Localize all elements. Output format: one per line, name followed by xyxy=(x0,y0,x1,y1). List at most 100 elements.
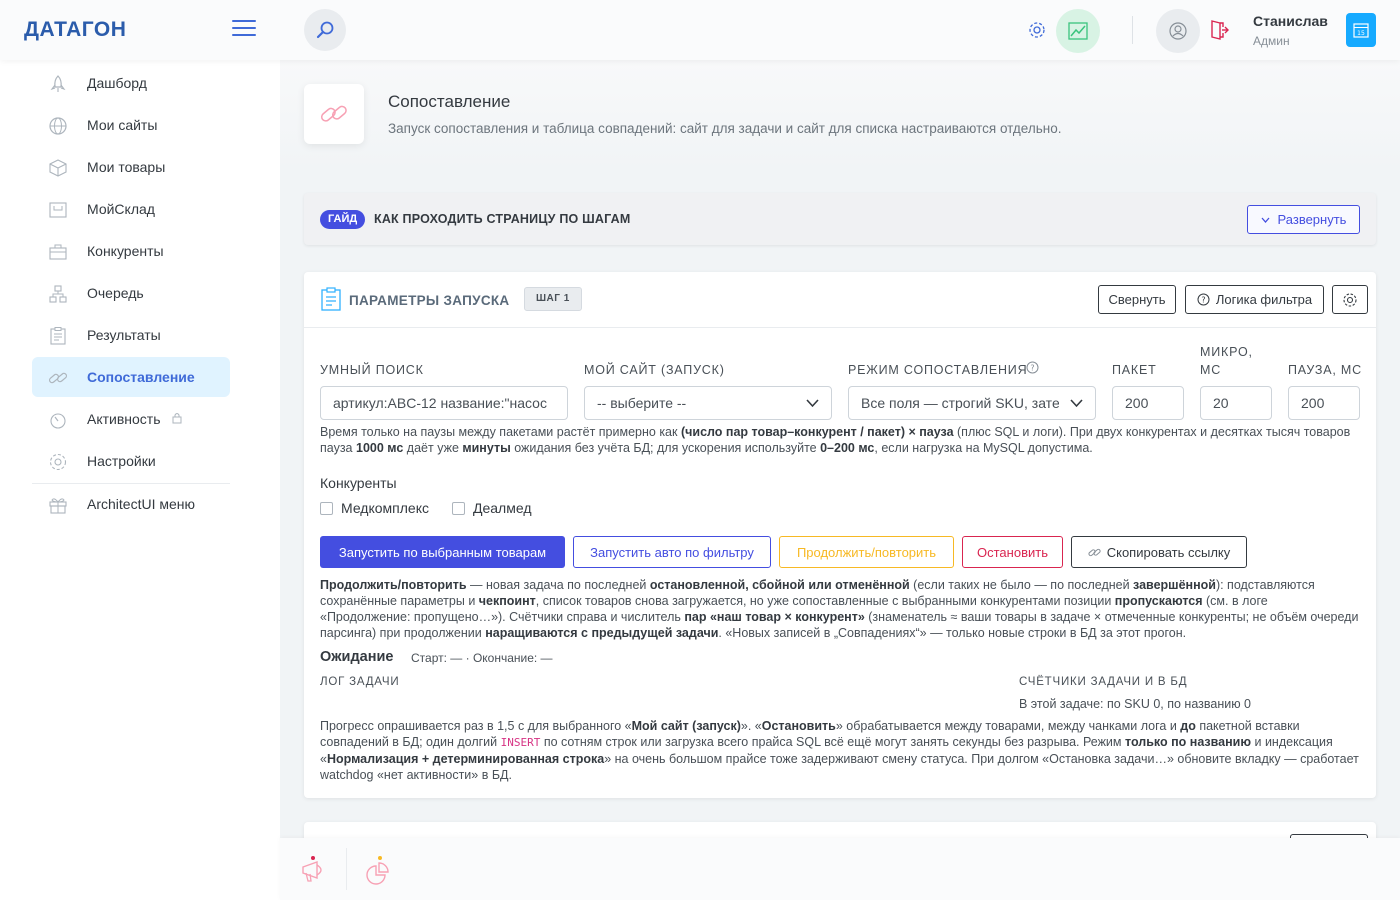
page-subtitle: Запуск сопоставления и таблица совпадени… xyxy=(388,121,1062,136)
gift-icon xyxy=(47,494,69,516)
collapse-button[interactable]: Свернуть xyxy=(1098,285,1176,314)
micro-input[interactable]: 20 xyxy=(1200,386,1272,420)
micro-label-line2: МС xyxy=(1200,363,1222,377)
briefcase-icon xyxy=(47,241,69,263)
box-icon xyxy=(47,157,69,179)
settings-gear-button[interactable] xyxy=(1026,19,1048,41)
progress-note: Прогресс опрашивается раз в 1,5 с для вы… xyxy=(320,719,1359,782)
stop-button[interactable]: Остановить xyxy=(962,536,1063,568)
sidebar-item-settings[interactable]: Настройки xyxy=(32,441,230,481)
competitor-label: Медкомплекс xyxy=(341,500,429,516)
task-log-label: ЛОГ ЗАДАЧИ xyxy=(320,676,400,688)
page-title: Сопоставление xyxy=(388,92,511,111)
expand-guide-button[interactable]: Развернуть xyxy=(1247,205,1360,234)
run-auto-label: Запустить авто по фильтру xyxy=(590,544,754,560)
batch-value: 200 xyxy=(1125,395,1149,411)
smart-search-value: артикул:ABC-12 название:"насос xyxy=(333,395,547,411)
sidebar-item-my-sites[interactable]: Мои сайты xyxy=(32,105,230,145)
status-times: Старт: — · Окончание: — xyxy=(411,651,553,665)
filter-logic-label: Логика фильтра xyxy=(1215,292,1313,307)
counters-value: В этой задаче: по SKU 0, по названию 0 xyxy=(1019,697,1252,711)
sidebar-item-dashboard[interactable]: Дашборд xyxy=(32,63,230,103)
clipboard-icon xyxy=(321,287,341,311)
menu-toggle-icon[interactable] xyxy=(232,20,256,38)
megaphone-icon xyxy=(302,856,322,882)
guide-panel: ГАЙД КАК ПРОХОДИТЬ СТРАНИЦУ ПО ШАГАМ Раз… xyxy=(304,193,1376,245)
sidebar-item-competitors[interactable]: Конкуренты xyxy=(32,231,230,271)
sidebar-item-queue[interactable]: Очередь xyxy=(32,273,230,313)
batch-label: ПАКЕТ xyxy=(1112,363,1157,377)
sidebar-item-results[interactable]: Результаты xyxy=(32,315,230,355)
avatar[interactable] xyxy=(1156,9,1200,53)
search-button[interactable] xyxy=(304,9,346,51)
my-site-label: МОЙ САЙТ (ЗАПУСК) xyxy=(584,363,725,377)
user-role: Админ xyxy=(1253,34,1290,48)
checkbox[interactable] xyxy=(320,501,333,515)
gear-icon xyxy=(47,451,69,473)
guide-badge: ГАЙД xyxy=(320,210,366,229)
sidebar-item-activity[interactable]: Активность xyxy=(32,399,230,439)
card-header: ПАРАМЕТРЫ ЗАПУСКА ШАГ 1 Свернуть ? Логик… xyxy=(304,272,1376,328)
header-divider xyxy=(1132,16,1133,44)
step-badge: ШАГ 1 xyxy=(524,287,582,311)
continue-note: Продолжить/повторить — новая задача по п… xyxy=(320,578,1359,640)
reports-button[interactable] xyxy=(360,853,394,887)
sidebar-item-label: Очередь xyxy=(87,285,144,301)
chevron-down-icon xyxy=(806,399,819,408)
copy-link-label: Скопировать ссылку xyxy=(1106,544,1231,560)
my-site-select[interactable]: -- выберите -- xyxy=(584,386,832,420)
sidebar-item-my-products[interactable]: Мои товары xyxy=(32,147,230,187)
collapse-label: Свернуть xyxy=(1108,292,1166,307)
filter-logic-button[interactable]: ? Логика фильтра xyxy=(1185,285,1324,314)
continue-button[interactable]: Продолжить/повторить xyxy=(779,536,954,568)
mode-select[interactable]: Все поля — строгий SKU, зате xyxy=(848,386,1096,420)
sidebar-item-label: Мои сайты xyxy=(87,117,158,133)
stop-label: Остановить xyxy=(977,544,1048,560)
calendar-button[interactable]: 15 xyxy=(1346,13,1376,47)
sidebar-item-matching[interactable]: Сопоставление xyxy=(32,357,230,397)
expand-guide-label: Развернуть xyxy=(1277,212,1347,227)
link-icon xyxy=(320,105,347,122)
help-circle-icon: ? xyxy=(1026,361,1039,374)
network-icon xyxy=(47,283,69,305)
card-title: ПАРАМЕТРЫ ЗАПУСКА xyxy=(349,293,510,308)
lock-icon xyxy=(172,412,182,427)
guide-title: КАК ПРОХОДИТЬ СТРАНИЦУ ПО ШАГАМ xyxy=(374,212,631,226)
competitors-label: Конкуренты xyxy=(320,475,397,491)
run-auto-button[interactable]: Запустить авто по фильтру xyxy=(573,536,771,568)
logout-icon xyxy=(1211,20,1229,40)
competitor-checkbox-medkompleks[interactable]: Медкомплекс xyxy=(320,500,429,516)
svg-text:?: ? xyxy=(1201,296,1205,305)
launch-params-card: ПАРАМЕТРЫ ЗАПУСКА ШАГ 1 Свернуть ? Логик… xyxy=(304,272,1376,798)
smart-search-input[interactable]: артикул:ABC-12 название:"насос xyxy=(320,386,568,420)
timer-icon xyxy=(47,409,69,431)
pie-chart-icon xyxy=(366,856,389,885)
globe-icon xyxy=(47,115,69,137)
app-header: ДАТАГОН Станислав Админ 15 xyxy=(0,0,1400,60)
micro-label-line1: МИКРО, xyxy=(1200,345,1253,359)
copy-link-button[interactable]: Скопировать ссылку xyxy=(1071,536,1247,568)
logout-button[interactable] xyxy=(1208,18,1230,42)
competitor-checkbox-dealmed[interactable]: Деалмед xyxy=(452,500,532,516)
sidebar-item-architectui-menu[interactable]: ArchitectUI меню xyxy=(32,484,230,524)
checkbox[interactable] xyxy=(452,501,465,515)
footer-divider xyxy=(346,848,347,890)
run-selected-button[interactable]: Запустить по выбранным товарам xyxy=(320,536,565,568)
run-selected-label: Запустить по выбранным товарам xyxy=(338,544,547,560)
link-icon xyxy=(47,367,69,389)
announcements-button[interactable] xyxy=(298,853,332,887)
params-settings-button[interactable] xyxy=(1332,285,1368,314)
clipboard-icon xyxy=(47,325,69,347)
gear-icon xyxy=(1343,292,1357,307)
app-logo[interactable]: ДАТАГОН xyxy=(24,18,126,42)
sidebar-item-label: Настройки xyxy=(87,453,156,469)
user-name[interactable]: Станислав xyxy=(1253,13,1328,29)
sidebar-item-label: Дашборд xyxy=(87,75,147,91)
sidebar-item-label: Сопоставление xyxy=(87,369,195,385)
pause-input[interactable]: 200 xyxy=(1288,386,1360,420)
micro-value: 20 xyxy=(1213,395,1229,411)
sidebar-item-moysklad[interactable]: МойСклад xyxy=(32,189,230,229)
batch-input[interactable]: 200 xyxy=(1112,386,1184,420)
page-title-icon-box xyxy=(304,84,364,144)
stats-button[interactable] xyxy=(1056,9,1100,53)
